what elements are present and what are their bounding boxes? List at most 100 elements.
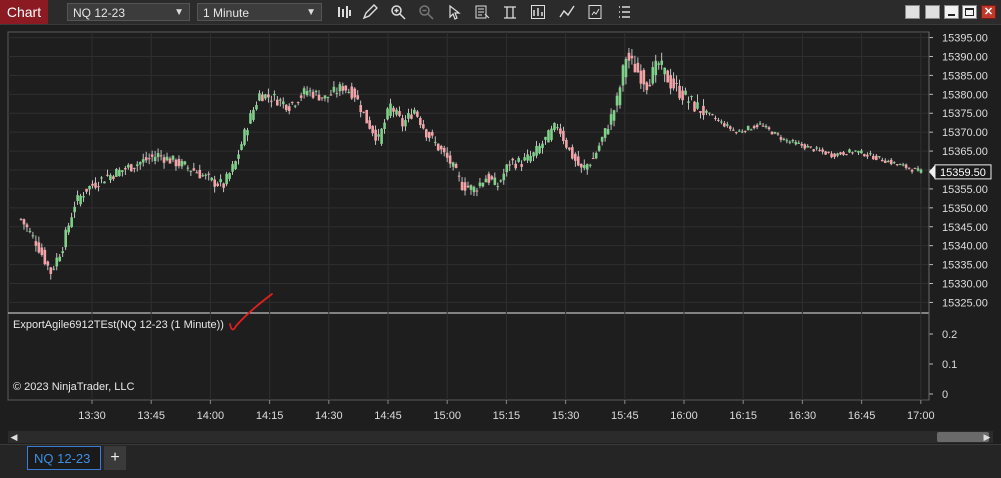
tab-nq-12-23[interactable]: NQ 12-23	[27, 446, 101, 470]
candle-body	[854, 150, 857, 152]
x-tick-label: 15:15	[493, 410, 521, 422]
scroll-right-icon[interactable]: ▶	[981, 431, 993, 443]
data-box-icon[interactable]	[474, 4, 490, 20]
tab-bar: NQ 12-23 +	[0, 444, 1001, 478]
candle-body	[284, 104, 288, 111]
x-tick-label: 16:30	[789, 410, 817, 422]
candle-body	[728, 126, 732, 129]
candle-body	[153, 156, 157, 161]
candle-body	[791, 140, 795, 142]
zoom-in-icon[interactable]	[390, 4, 406, 20]
candle-body	[225, 173, 228, 185]
interval-value: 1 Minute	[203, 6, 250, 20]
candle-body	[171, 155, 175, 160]
candle-body	[618, 87, 622, 106]
candle-body	[91, 183, 94, 186]
candle-body	[317, 94, 321, 101]
current-price-pointer	[929, 164, 935, 179]
candle-body	[621, 65, 625, 86]
candle-body	[103, 181, 106, 184]
y-tick-label: 15340.00	[942, 241, 988, 253]
restore-window-button[interactable]	[925, 5, 940, 19]
candle-body	[332, 86, 336, 92]
candle-body	[675, 83, 678, 85]
candle-body	[436, 143, 440, 151]
candle-body	[34, 241, 38, 246]
candle-body	[553, 122, 556, 130]
minimize-button[interactable]	[944, 5, 959, 19]
candle-body	[869, 153, 872, 155]
interval-selector[interactable]: 1 Minute ▼	[197, 3, 322, 21]
candle-body	[723, 123, 726, 127]
candle-body	[293, 105, 297, 107]
horizontal-scrollbar[interactable]: ◀ ▶	[8, 431, 993, 443]
tile-window-button[interactable]	[905, 5, 920, 19]
candle-body	[386, 108, 389, 120]
candle-body	[255, 105, 258, 110]
candle-body	[845, 154, 848, 156]
candle-body	[326, 96, 330, 98]
candle-body	[258, 93, 261, 101]
add-tab-button[interactable]: +	[104, 446, 126, 470]
candle-body	[857, 150, 860, 153]
template-icon[interactable]	[502, 4, 518, 20]
menu-icon[interactable]	[616, 4, 632, 20]
zoom-out-icon[interactable]	[418, 4, 434, 20]
candle-body	[267, 94, 270, 98]
candle-body	[76, 195, 79, 201]
candle-body	[496, 186, 500, 188]
candle-body	[52, 268, 56, 270]
y-tick-label: 15390.00	[942, 51, 988, 63]
close-button[interactable]: ✕	[981, 5, 996, 19]
candle-body	[419, 117, 422, 126]
maximize-button[interactable]	[962, 5, 977, 19]
candle-body	[97, 186, 100, 188]
candle-body	[517, 158, 520, 162]
candle-body	[582, 164, 586, 169]
candle-body	[311, 91, 315, 98]
bar-style-icon[interactable]	[336, 4, 352, 20]
candle-body	[699, 111, 702, 113]
instrument-selector[interactable]: NQ 12-23 ▼	[67, 3, 190, 21]
instrument-value: NQ 12-23	[73, 6, 126, 20]
candle-body	[806, 146, 810, 148]
candle-body	[863, 154, 866, 157]
strategies-icon[interactable]	[530, 4, 546, 20]
draw-pencil-icon[interactable]	[362, 4, 378, 20]
candle-body	[138, 162, 142, 165]
candle-body	[228, 173, 231, 179]
candle-body	[737, 130, 741, 132]
candle-body	[630, 55, 634, 59]
candle-body	[73, 206, 76, 213]
x-tick-label: 14:45	[374, 410, 402, 422]
scroll-left-icon[interactable]: ◀	[8, 431, 20, 443]
candle-body	[827, 151, 830, 153]
price-chart[interactable]: 13:30 13:45 14:00 14:15 14:30 14:45 15:00 15:15…	[0, 24, 1001, 431]
candle-body	[556, 127, 559, 129]
candle-body	[79, 195, 82, 205]
candle-body	[824, 151, 827, 155]
candle-body	[612, 110, 616, 121]
pointer-icon[interactable]	[446, 4, 462, 20]
candle-body	[162, 157, 166, 163]
candle-body	[690, 96, 693, 98]
candle-body	[132, 167, 136, 169]
candle-body	[511, 158, 515, 161]
candle-body	[538, 145, 541, 154]
candle-body	[910, 169, 914, 172]
x-tick-label: 15:00	[433, 410, 461, 422]
indicators-icon[interactable]	[559, 4, 575, 20]
candle-body	[61, 251, 65, 254]
candle-body	[55, 257, 59, 267]
chevron-down-icon: ▼	[306, 7, 316, 18]
candle-body	[785, 140, 789, 142]
candle-body	[129, 164, 133, 172]
candle-body	[460, 181, 464, 191]
candle-body	[651, 67, 655, 84]
candle-body	[472, 186, 476, 193]
candle-body	[46, 261, 50, 266]
properties-icon[interactable]	[587, 4, 603, 20]
candle-body	[681, 90, 684, 101]
candle-body	[249, 113, 252, 124]
candle-body	[794, 141, 798, 145]
